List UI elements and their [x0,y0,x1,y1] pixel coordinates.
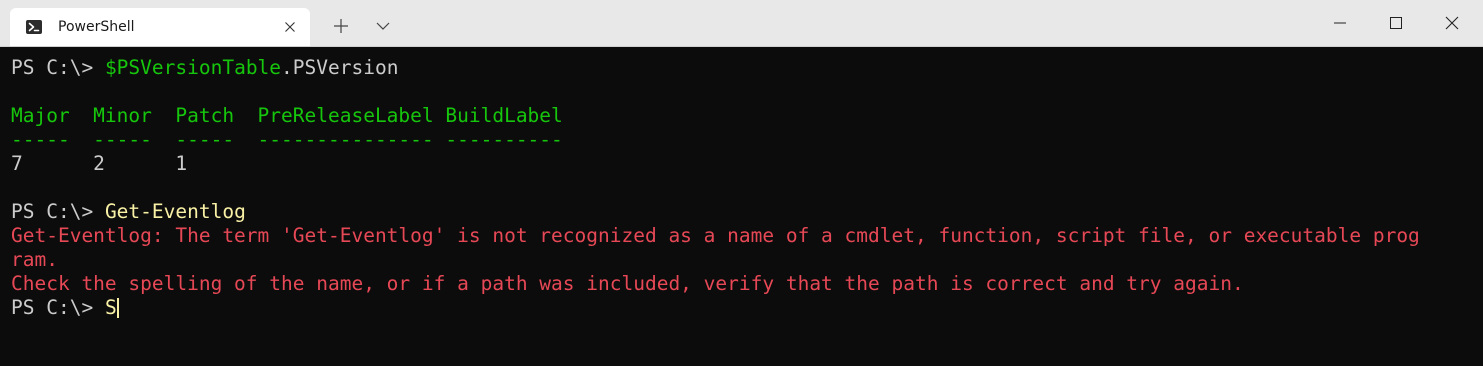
command-property: .PSVersion [281,56,399,79]
prompt: PS C:\> [11,296,94,319]
title-bar[interactable]: PowerShell [0,0,1483,47]
minimize-icon[interactable] [1312,0,1368,46]
tab-close-icon[interactable] [280,17,300,37]
prompt: PS C:\> [11,200,94,223]
command-variable: $PSVersionTable [104,56,282,79]
error-line: Get-Eventlog: The term 'Get-Eventlog' is… [11,224,1420,247]
terminal-output[interactable]: PS C:\> $PSVersionTable.PSVersion Major … [0,47,1483,366]
table-values: 7 2 1 [11,152,188,175]
error-line: Check the spelling of the name, or if a … [11,272,1244,295]
error-line: ram. [11,248,58,271]
powershell-icon [26,19,42,35]
tab-title: PowerShell [58,19,135,35]
chevron-down-icon[interactable] [368,13,398,39]
command-line-2: PS C:\> Get-Eventlog [11,200,246,224]
command-text: Get-Eventlog [104,200,246,223]
current-input[interactable]: S [105,296,117,319]
terminal-window: PowerShell PS C:\> $PSVersionTable.PSVer… [0,0,1483,366]
close-window-icon[interactable] [1424,0,1480,46]
command-line-1: PS C:\> $PSVersionTable.PSVersion [11,56,398,80]
new-tab-plus-icon[interactable] [326,13,356,39]
table-separators: ----- ----- ----- --------------- ------… [11,128,563,151]
table-headers: Major Minor Patch PreReleaseLabel BuildL… [11,104,563,127]
command-line-3[interactable]: PS C:\> S [11,296,119,320]
text-cursor [116,298,119,318]
tab-powershell[interactable]: PowerShell [10,8,310,46]
maximize-icon[interactable] [1368,0,1424,46]
prompt: PS C:\> [11,56,94,79]
